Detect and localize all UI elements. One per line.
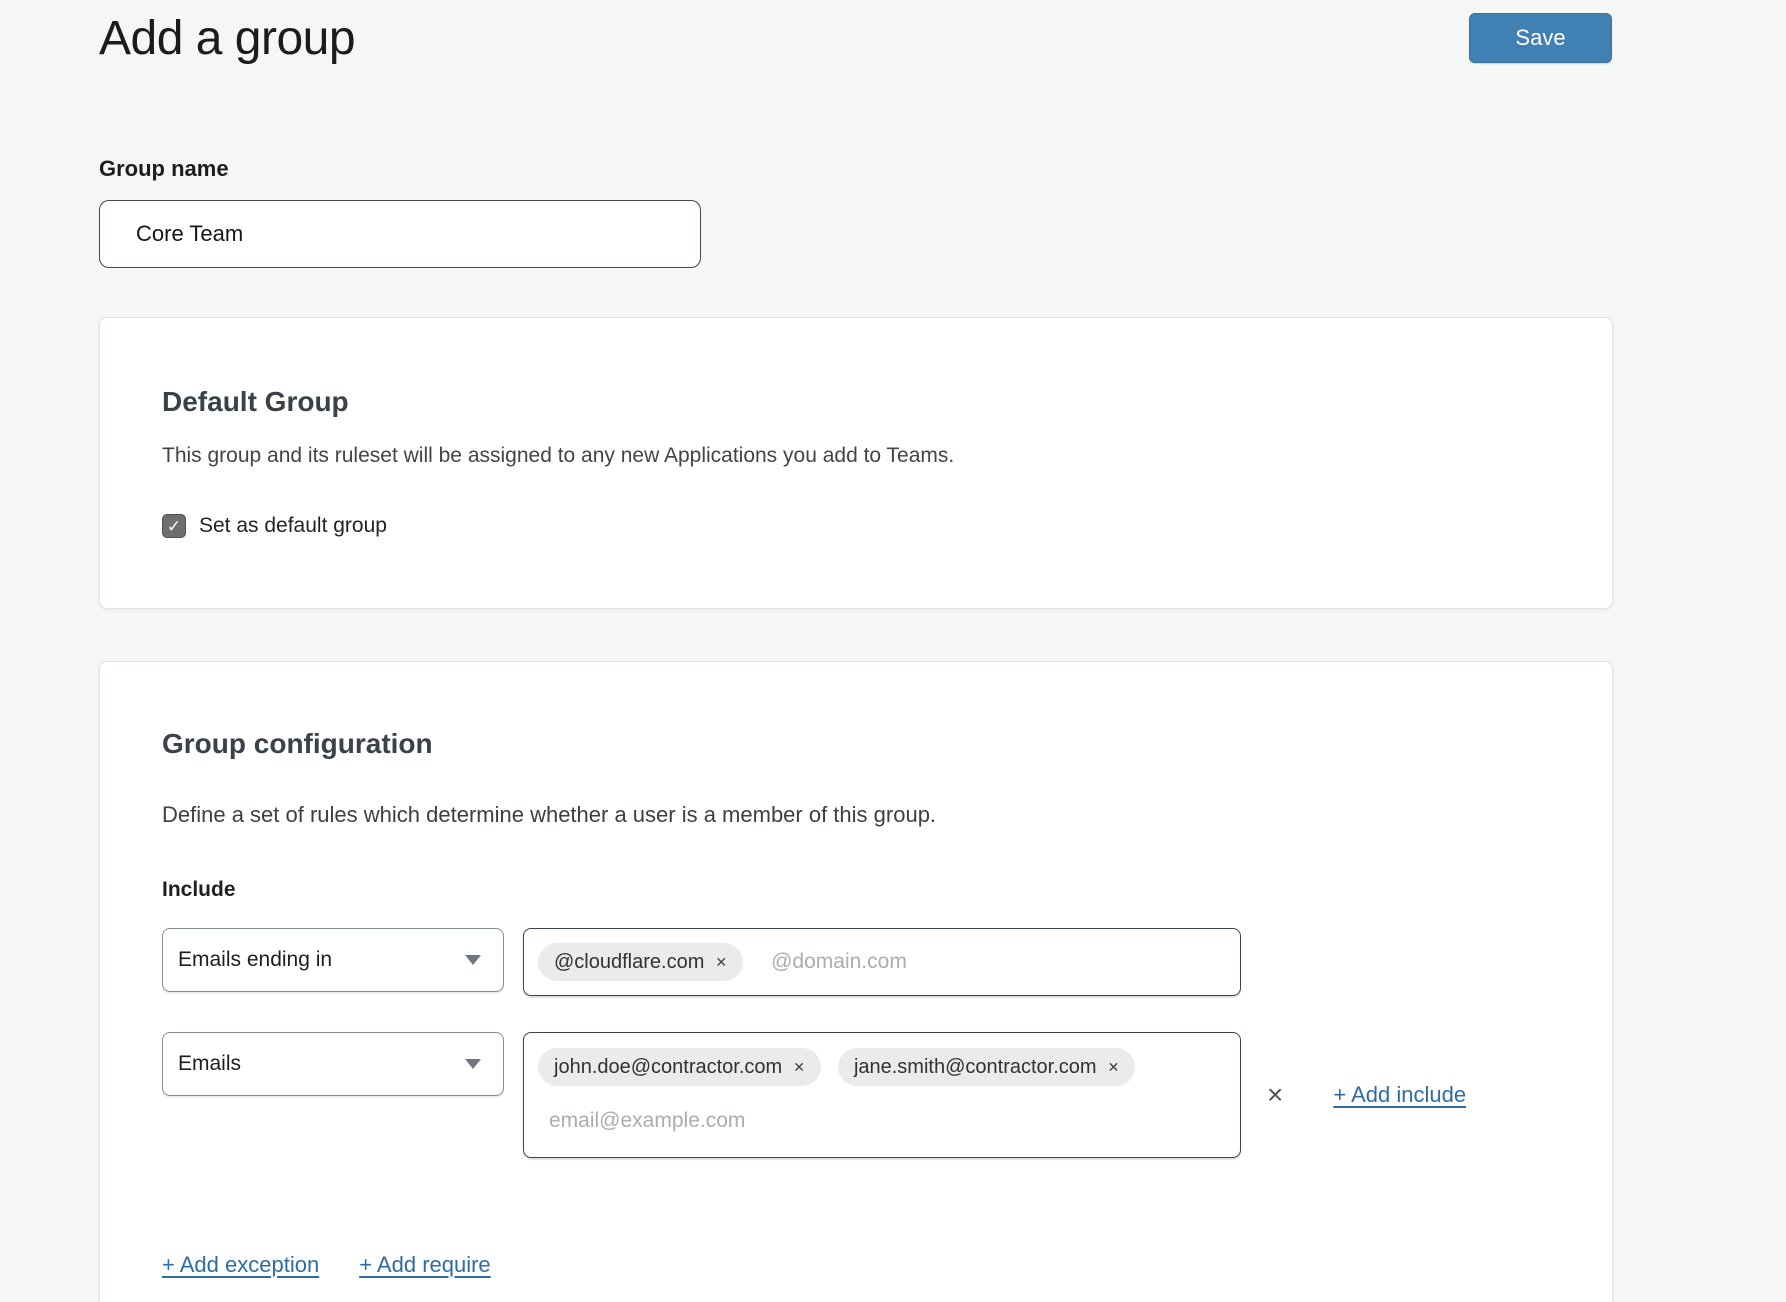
default-group-description: This group and its ruleset will be assig… — [162, 444, 1550, 468]
chevron-down-icon — [465, 1059, 481, 1069]
default-group-checkbox-row: ✓ Set as default group — [162, 514, 1550, 538]
domain-entry-input[interactable] — [760, 941, 1226, 983]
chip-remove-icon[interactable]: ✕ — [715, 955, 727, 969]
rule-type-select-1[interactable]: Emails ending in — [162, 928, 504, 992]
group-configuration-title: Group configuration — [162, 728, 1550, 760]
email-chip: jane.smith@contractor.com ✕ — [838, 1048, 1135, 1086]
email-entry-input[interactable] — [538, 1100, 1226, 1142]
include-rule-row-1: Emails ending in @cloudflare.com ✕ — [162, 928, 1550, 996]
page-header: Add a group Save — [99, 12, 1612, 66]
rule-values-input-2[interactable]: john.doe@contractor.com ✕ jane.smith@con… — [523, 1032, 1241, 1158]
chevron-down-icon — [465, 955, 481, 965]
remove-rule-icon[interactable]: × — [1267, 1081, 1283, 1109]
include-label: Include — [162, 878, 1550, 902]
set-default-checkbox-label: Set as default group — [199, 514, 387, 538]
rule-type-select-2[interactable]: Emails — [162, 1032, 504, 1096]
group-configuration-card: Group configuration Define a set of rule… — [99, 661, 1613, 1302]
include-rule-row-2: Emails john.doe@contractor.com ✕ jane.sm… — [162, 1032, 1550, 1158]
chip-text: @cloudflare.com — [554, 951, 704, 974]
set-default-checkbox[interactable]: ✓ — [162, 514, 186, 538]
chip-text: jane.smith@contractor.com — [854, 1056, 1097, 1079]
rule-section-links: + Add exception + Add require — [162, 1252, 1550, 1278]
add-exception-link[interactable]: + Add exception — [162, 1252, 319, 1278]
email-domain-chip: @cloudflare.com ✕ — [538, 943, 743, 981]
chip-text: john.doe@contractor.com — [554, 1056, 782, 1079]
save-button[interactable]: Save — [1469, 13, 1612, 63]
add-require-link[interactable]: + Add require — [359, 1252, 490, 1278]
group-configuration-description: Define a set of rules which determine wh… — [162, 802, 1550, 828]
chip-remove-icon[interactable]: ✕ — [1108, 1060, 1120, 1074]
rule-type-select-1-value: Emails ending in — [178, 948, 332, 972]
chip-remove-icon[interactable]: ✕ — [793, 1060, 805, 1074]
add-include-link[interactable]: + Add include — [1333, 1082, 1466, 1108]
default-group-title: Default Group — [162, 386, 1550, 418]
page-title: Add a group — [99, 12, 355, 66]
rule-type-select-2-value: Emails — [178, 1052, 241, 1076]
rule-values-input-1[interactable]: @cloudflare.com ✕ — [523, 928, 1241, 996]
check-icon: ✓ — [167, 518, 181, 535]
group-name-label: Group name — [99, 156, 1612, 182]
default-group-card: Default Group This group and its ruleset… — [99, 317, 1613, 609]
group-name-input[interactable] — [99, 200, 701, 268]
email-chip: john.doe@contractor.com ✕ — [538, 1048, 821, 1086]
group-name-section: Group name — [99, 156, 1612, 268]
add-group-page: Add a group Save Group name Default Grou… — [0, 0, 1786, 1302]
